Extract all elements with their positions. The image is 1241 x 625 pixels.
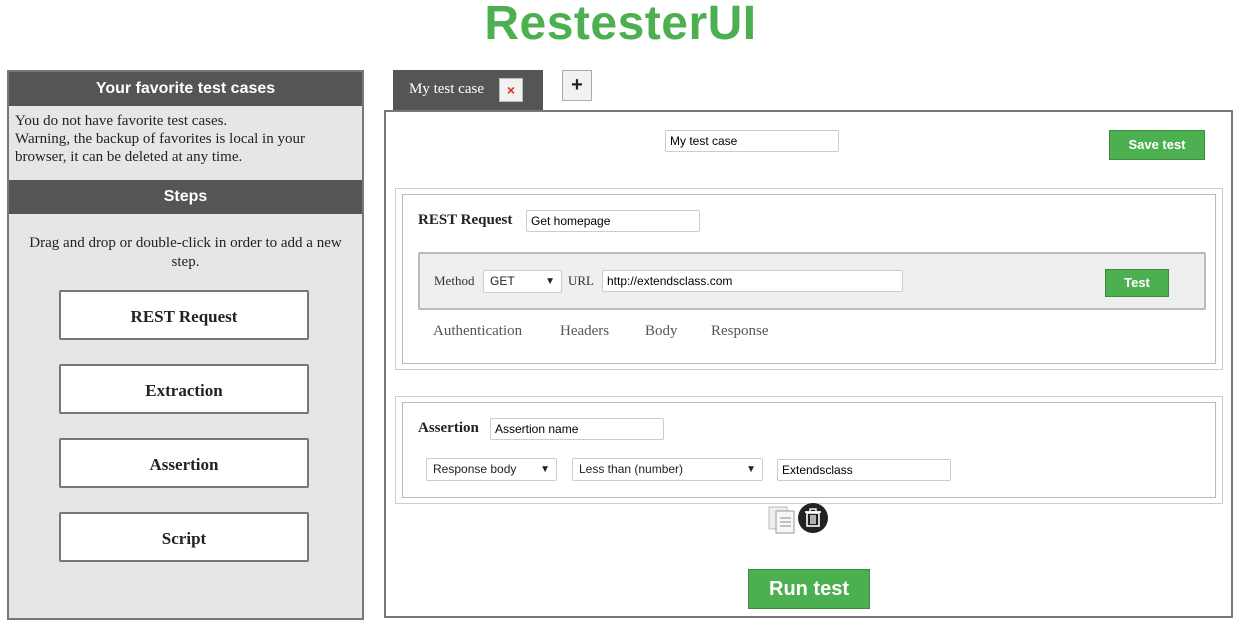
request-name-input[interactable]: Get homepage xyxy=(526,210,700,232)
chevron-down-icon: ▼ xyxy=(540,464,550,475)
favorites-header: Your favorite test cases xyxy=(9,72,362,106)
left-panel: Your favorite test cases You do not have… xyxy=(7,70,364,620)
step-script[interactable]: Script xyxy=(59,512,309,562)
steps-header: Steps xyxy=(9,180,362,214)
tab-my-test-case[interactable]: My test case × xyxy=(393,70,543,111)
copy-icon[interactable] xyxy=(767,504,799,534)
add-tab-button[interactable]: + xyxy=(562,70,592,101)
method-select[interactable]: GET ▼ xyxy=(483,270,562,293)
assertion-name-input[interactable]: Assertion name xyxy=(490,418,664,440)
rest-request-step: REST Request Get homepage Method GET ▼ U… xyxy=(395,188,1223,370)
rest-request-label: REST Request xyxy=(418,212,513,228)
steps-hint: Drag and drop or double-click in order t… xyxy=(29,235,342,270)
assertion-label: Assertion xyxy=(418,420,479,436)
run-test-button[interactable]: Run test xyxy=(748,569,870,609)
trash-icon[interactable] xyxy=(797,502,829,534)
test-name-input[interactable]: My test case xyxy=(665,130,839,152)
save-test-button[interactable]: Save test xyxy=(1109,130,1205,160)
tab-body[interactable]: Body xyxy=(645,323,678,340)
tab-authentication[interactable]: Authentication xyxy=(433,323,522,340)
favorites-warning: Warning, the backup of favorites is loca… xyxy=(15,131,305,165)
assertion-source-value: Response body xyxy=(433,462,517,476)
url-label: URL xyxy=(568,273,594,288)
favorites-empty-text: You do not have favorite test cases. xyxy=(15,113,228,129)
assertion-source-select[interactable]: Response body ▼ xyxy=(426,458,557,481)
rest-request-inner: REST Request Get homepage Method GET ▼ U… xyxy=(402,194,1216,364)
request-bar: Method GET ▼ URL http://extendsclass.com… xyxy=(418,252,1206,310)
assertion-operator-select[interactable]: Less than (number) ▼ xyxy=(572,458,763,481)
step-extraction[interactable]: Extraction xyxy=(59,364,309,414)
tab-response[interactable]: Response xyxy=(711,323,769,340)
step-rest-request[interactable]: REST Request xyxy=(59,290,309,340)
app-logo: RestesterUI xyxy=(484,0,757,50)
assertion-step: Assertion Assertion name Response body ▼… xyxy=(395,396,1223,504)
tab-headers[interactable]: Headers xyxy=(560,323,609,340)
test-case-panel: My test case Save test REST Request Get … xyxy=(384,110,1233,618)
method-label: Method xyxy=(434,273,475,288)
assertion-expected-input[interactable]: Extendsclass xyxy=(777,459,951,481)
method-value: GET xyxy=(490,274,515,288)
close-icon[interactable]: × xyxy=(499,78,523,102)
assertion-operator-value: Less than (number) xyxy=(579,462,684,476)
tab-label: My test case xyxy=(409,81,484,97)
send-test-button[interactable]: Test xyxy=(1105,269,1169,297)
chevron-down-icon: ▼ xyxy=(545,276,555,287)
chevron-down-icon: ▼ xyxy=(746,464,756,475)
url-input[interactable]: http://extendsclass.com xyxy=(602,270,903,292)
assertion-inner: Assertion Assertion name Response body ▼… xyxy=(402,402,1216,498)
favorites-content: You do not have favorite test cases. War… xyxy=(9,106,362,180)
step-assertion[interactable]: Assertion xyxy=(59,438,309,488)
